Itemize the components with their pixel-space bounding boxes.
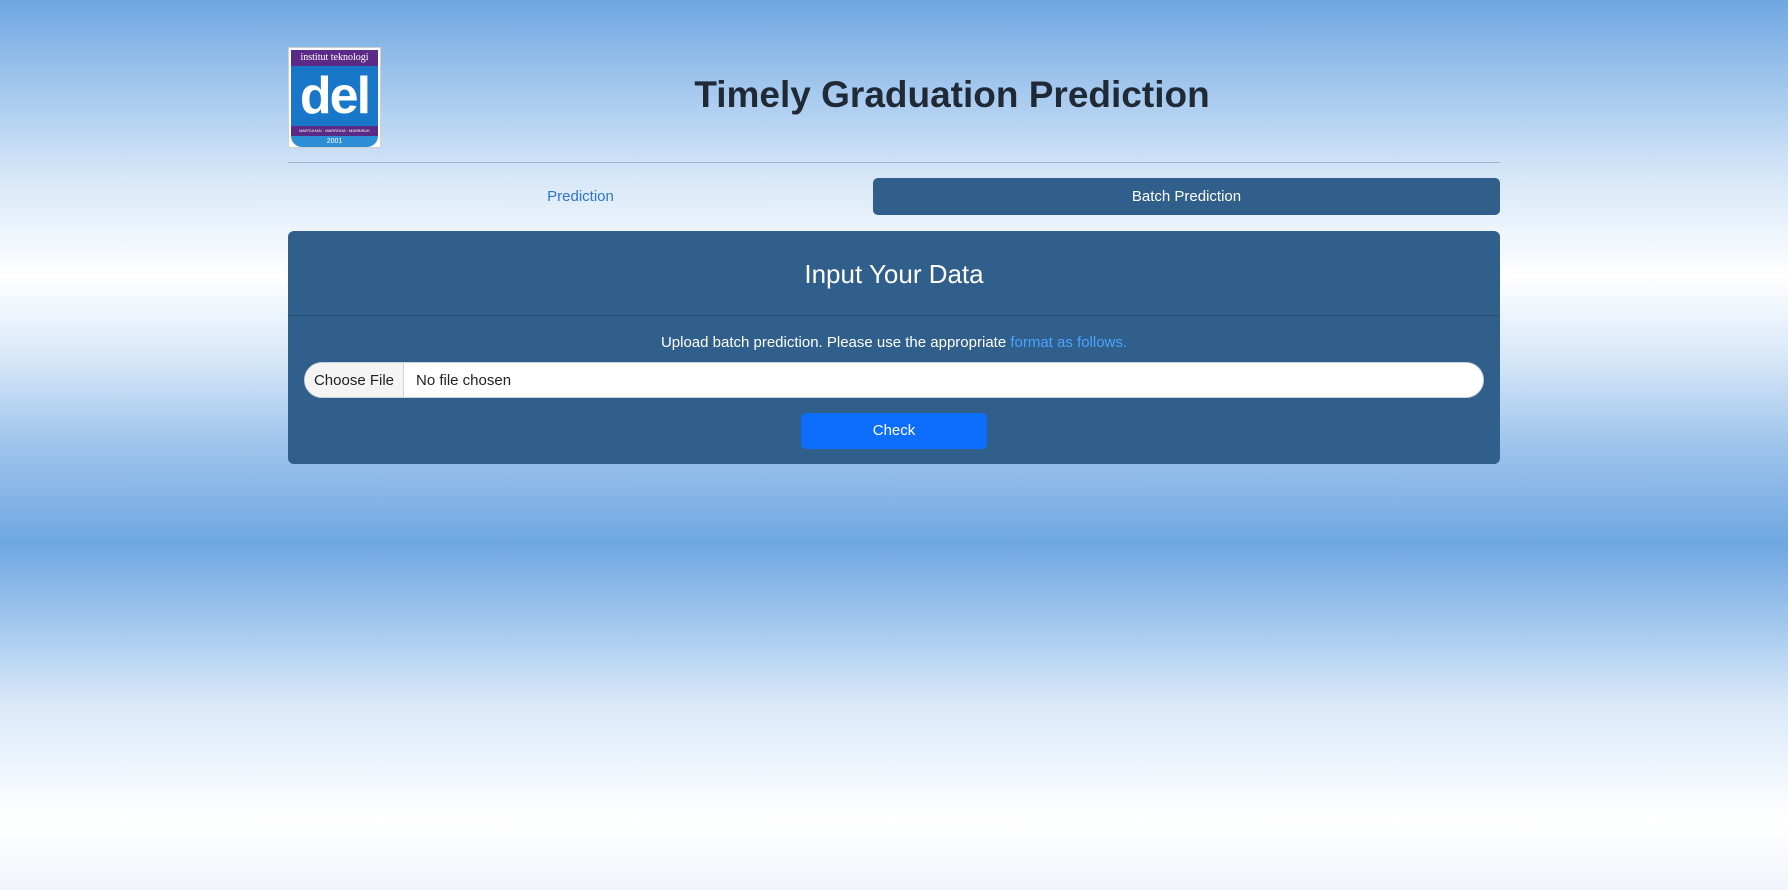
input-card: Input Your Data Upload batch prediction.… [288, 231, 1500, 464]
upload-instructions-text: Upload batch prediction. Please use the … [660, 334, 1011, 351]
logo-year: 2001 [291, 136, 378, 147]
choose-file-button[interactable]: Choose File [305, 363, 404, 397]
page-header: institut teknologi del MARTUHAN · MARROH… [288, 0, 1500, 163]
format-link[interactable]: format as follows. [1010, 334, 1127, 351]
logo-band-text: MARTUHAN · MARROHA · MARBISUK [291, 126, 378, 136]
tab-bar: Prediction Batch Prediction [288, 178, 1500, 215]
logo-top-text: institut teknologi [291, 50, 378, 66]
tab-batch-prediction[interactable]: Batch Prediction [873, 178, 1500, 215]
file-status: No file chosen [416, 371, 512, 389]
check-button[interactable]: Check [801, 413, 987, 449]
card-title: Input Your Data [288, 231, 1500, 316]
page-title: Timely Graduation Prediction [694, 74, 1210, 115]
file-input[interactable]: Choose File No file chosen [304, 362, 1484, 398]
upload-instructions: Upload batch prediction. Please use the … [288, 333, 1500, 352]
main-container: institut teknologi del MARTUHAN · MARROH… [288, 0, 1500, 215]
tab-prediction[interactable]: Prediction [288, 178, 873, 215]
